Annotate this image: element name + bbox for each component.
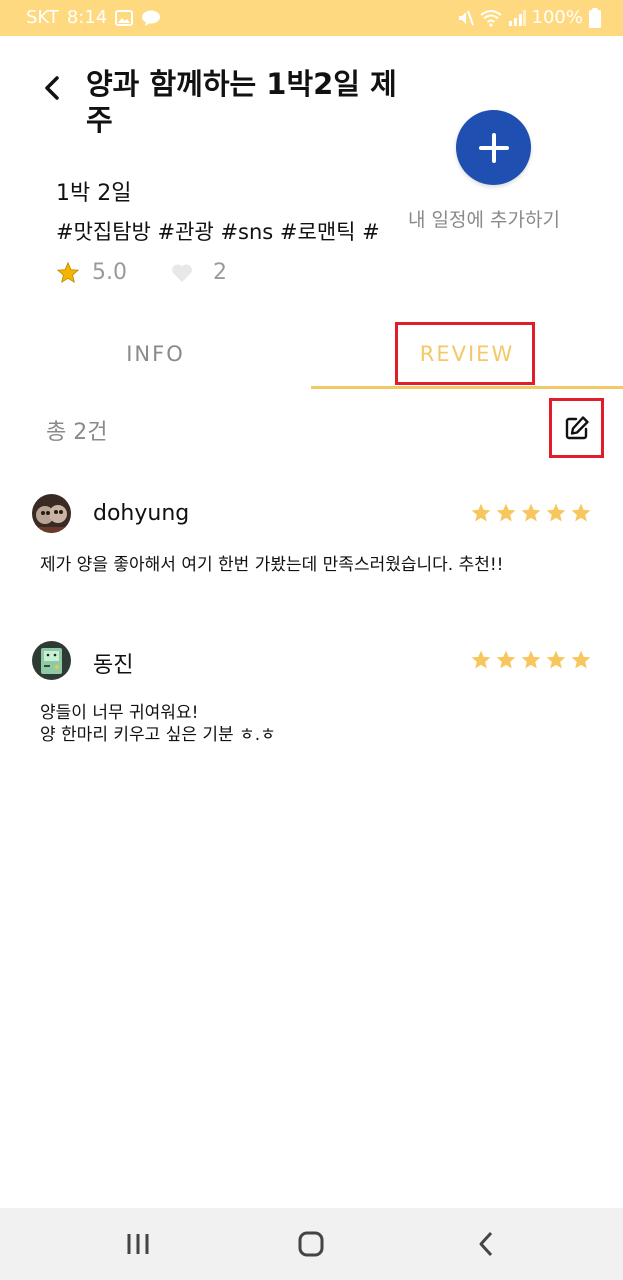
star-icon	[56, 261, 80, 283]
battery-percent: 100%	[531, 7, 583, 28]
trip-stats: 5.0 2	[56, 260, 227, 285]
active-tab-indicator	[311, 386, 623, 389]
reviewer-name: 동진	[93, 653, 134, 678]
add-schedule-button[interactable]	[456, 110, 531, 185]
review-item: dohyung 제가 양을 좋아해서 여기 한번 가봤는데 만족스러웠습니다. …	[0, 490, 623, 590]
trip-tags: #맛집탐방 #관광 #sns #로맨틱 #	[56, 220, 380, 244]
avatar	[32, 641, 71, 680]
talk-icon	[141, 10, 161, 26]
like-count: 2	[213, 260, 227, 285]
review-rating-stars	[470, 502, 592, 524]
star-icon	[571, 650, 591, 669]
battery-icon	[589, 7, 601, 28]
page-title: 양과 함께하는 1박2일 제주	[86, 67, 397, 137]
write-review-button[interactable]	[549, 398, 604, 458]
signal-icon	[508, 9, 526, 26]
review-tab-highlight-box	[395, 322, 535, 385]
heart-icon[interactable]	[171, 263, 193, 283]
edit-icon	[565, 416, 589, 440]
clock: 8:14	[66, 7, 108, 28]
rating-value: 5.0	[92, 260, 127, 285]
star-icon	[521, 650, 541, 669]
avatar	[32, 494, 71, 533]
review-count: 총 2건	[46, 420, 108, 445]
recent-apps-icon	[127, 1234, 149, 1254]
review-text: 양들이 너무 귀여워요! 양 한마리 키우고 싶은 기분 ㅎ.ㅎ	[40, 703, 276, 745]
trip-duration: 1박 2일	[56, 181, 132, 206]
star-icon	[471, 650, 491, 669]
star-icon	[571, 503, 591, 522]
star-icon	[496, 503, 516, 522]
recent-apps-button[interactable]	[118, 1226, 158, 1262]
star-icon	[546, 650, 566, 669]
status-bar: SKT 8:14 100%	[0, 0, 623, 36]
star-icon	[546, 503, 566, 522]
review-text: 제가 양을 좋아해서 여기 한번 가봤는데 만족스러웠습니다. 추천!!	[40, 555, 504, 575]
star-icon	[521, 503, 541, 522]
mute-icon	[456, 9, 474, 27]
star-icon	[471, 503, 491, 522]
chevron-left-icon	[45, 76, 59, 100]
plus-icon	[478, 132, 509, 163]
review-item: 동진 양들이 너무 귀여워요! 양 한마리 키우고 싶은 기분 ㅎ.ㅎ	[0, 636, 623, 756]
system-navigation-bar	[0, 1208, 623, 1280]
system-back-button[interactable]	[466, 1226, 506, 1262]
add-schedule-label: 내 일정에 추가하기	[408, 209, 560, 231]
gallery-icon	[115, 9, 134, 26]
home-icon	[298, 1231, 324, 1257]
back-icon	[479, 1231, 493, 1257]
wifi-icon	[479, 9, 502, 27]
back-button[interactable]	[32, 68, 72, 108]
star-icon	[496, 650, 516, 669]
carrier-label: SKT	[26, 7, 59, 28]
home-button[interactable]	[291, 1226, 331, 1262]
reviewer-name: dohyung	[93, 501, 190, 526]
tab-info[interactable]: INFO	[0, 320, 311, 388]
review-rating-stars	[470, 649, 592, 671]
